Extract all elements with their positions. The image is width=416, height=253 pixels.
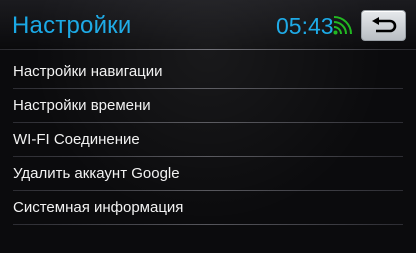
menu-item-time-settings[interactable]: Настройки времени bbox=[0, 89, 416, 123]
menu-item-navigation-settings[interactable]: Настройки навигации bbox=[0, 55, 416, 89]
menu-item-system-info[interactable]: Системная информация bbox=[0, 191, 416, 225]
menu-item-label: Настройки навигации bbox=[13, 63, 163, 80]
menu-item-label: Настройки времени bbox=[13, 97, 151, 114]
menu-item-label: Системная информация bbox=[13, 199, 184, 216]
wifi-icon bbox=[332, 16, 352, 36]
back-arrow-icon bbox=[372, 17, 397, 33]
settings-screen: Настройки 05:43 Настройки навигации Наст… bbox=[0, 0, 416, 253]
menu-item-label: WI-FI Соединение bbox=[13, 131, 140, 148]
page-title: Настройки bbox=[12, 12, 132, 39]
menu-item-wifi-connection[interactable]: WI-FI Соединение bbox=[0, 123, 416, 157]
settings-menu: Настройки навигации Настройки времени WI… bbox=[0, 55, 416, 225]
divider bbox=[13, 224, 403, 225]
back-button[interactable] bbox=[361, 10, 406, 41]
clock: 05:43 bbox=[276, 13, 334, 39]
menu-item-label: Удалить аккаунт Google bbox=[13, 165, 180, 182]
menu-item-remove-google-account[interactable]: Удалить аккаунт Google bbox=[0, 157, 416, 191]
header-bar: Настройки 05:43 bbox=[0, 0, 416, 50]
header-divider bbox=[0, 49, 416, 50]
